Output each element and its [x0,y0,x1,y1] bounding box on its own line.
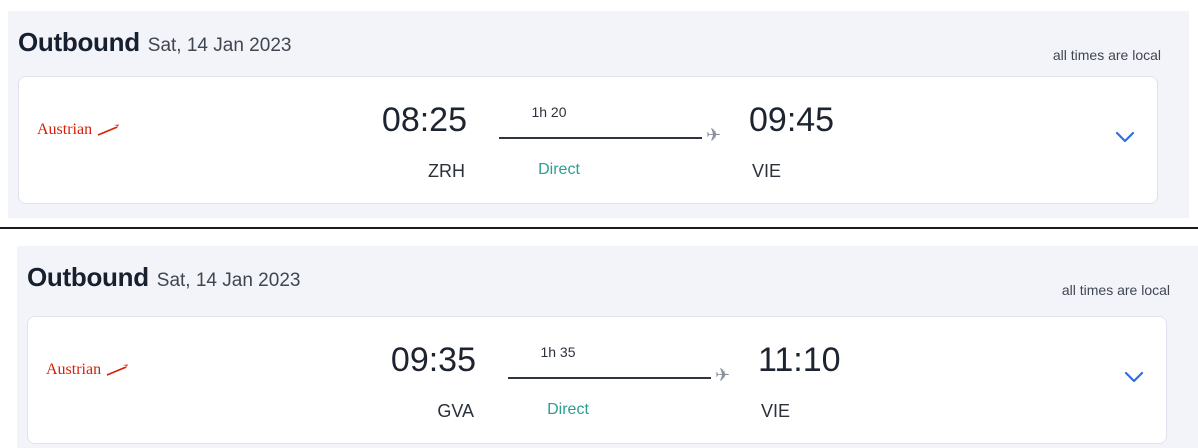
section-title: Outbound [18,27,140,57]
plane-icon: ✈ [706,125,722,145]
route-line [508,377,711,379]
arrival-time: 09:45 [749,101,835,139]
timezone-note: all times are local [1061,282,1170,298]
austrian-arrow-icon [106,364,129,376]
chevron-down-icon[interactable] [1115,131,1135,143]
section-header: Outbound Sat, 14 Jan 2023 [18,27,291,61]
flight-duration: 1h 35 [540,344,576,360]
departure-time: 08:25 [381,101,467,139]
divider [0,227,1198,229]
arrival-airport: VIE [761,401,791,421]
austrian-arrow-icon [97,124,120,136]
outbound-section-2: Outbound Sat, 14 Jan 2023 all times are … [17,246,1198,448]
flight-card[interactable]: Austrian 08:25 ZRH 1h 20 ✈ Direct 09:45 … [18,76,1158,204]
stops-label: Direct [547,401,589,418]
outbound-section-1: Outbound Sat, 14 Jan 2023 all times are … [8,11,1189,218]
arrival-airport: VIE [752,161,782,181]
arrival-time: 11:10 [758,341,841,379]
airline-name: Austrian [37,121,93,138]
airline-logo: Austrian [46,361,129,379]
airline-logo: Austrian [37,121,120,139]
departure-time: 09:35 [390,341,476,379]
timezone-note: all times are local [1052,47,1161,63]
route-line [499,137,702,139]
section-date: Sat, 14 Jan 2023 [147,35,292,56]
plane-icon: ✈ [715,365,731,385]
airline-name: Austrian [46,361,102,378]
section-header: Outbound Sat, 14 Jan 2023 [27,262,300,296]
section-title: Outbound [27,262,149,292]
departure-airport: ZRH [428,161,465,181]
flight-card[interactable]: Austrian 09:35 GVA 1h 35 ✈ Direct 11:10 … [27,316,1167,444]
section-date: Sat, 14 Jan 2023 [156,270,301,291]
departure-airport: GVA [437,401,474,421]
flight-duration: 1h 20 [531,104,567,120]
stops-label: Direct [538,161,580,178]
chevron-down-icon[interactable] [1124,371,1144,383]
